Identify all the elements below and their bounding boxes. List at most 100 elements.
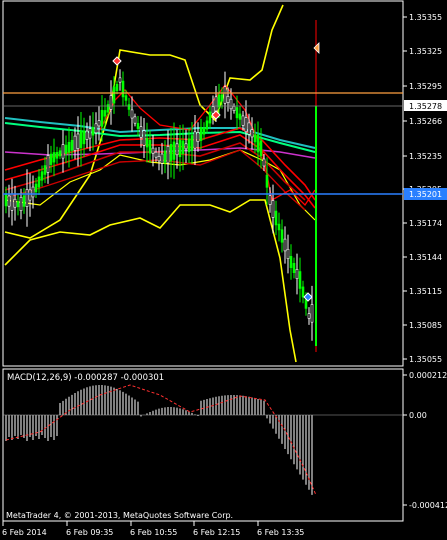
blue-level-marker: 1.35201 (404, 188, 447, 200)
candle-body (211, 106, 215, 114)
candle-body (31, 186, 35, 198)
candle-body (28, 189, 32, 201)
candle-body (130, 109, 134, 119)
candle-body (172, 141, 176, 160)
candle-body (232, 106, 236, 111)
candle-body (289, 256, 293, 268)
candle-body (151, 147, 155, 154)
candle-body (277, 223, 281, 231)
candle-body (262, 158, 266, 167)
candle-body (76, 133, 80, 149)
candle-body (307, 313, 311, 319)
candle-body (223, 86, 227, 104)
current-price-marker: 1.35278 (404, 100, 447, 111)
copyright-text: MetaTrader 4, © 2001-2013, MetaQuotes So… (6, 511, 233, 520)
candle-body (127, 104, 131, 110)
candle-body (244, 117, 248, 133)
candle-body (166, 146, 170, 164)
candle-body (154, 151, 158, 158)
candle-body (259, 140, 263, 157)
candle-body (73, 135, 77, 151)
macd-panel[interactable] (2, 368, 404, 522)
candle-body (205, 120, 209, 130)
candle-body (268, 195, 272, 205)
candle-body (49, 153, 53, 165)
current-price-label: 1.35278 (409, 102, 442, 111)
candle-body (4, 193, 8, 207)
candle-body (115, 84, 119, 91)
candle-body (181, 140, 185, 155)
candle-body (178, 139, 182, 158)
candle-body (124, 95, 128, 101)
macd-tick-label: 0.000212 (409, 371, 447, 380)
candle-body (40, 171, 44, 181)
price-tick-label: 1.35174 (409, 219, 442, 228)
price-tick-label: 1.35144 (409, 253, 442, 262)
price-tick-label: 1.35085 (409, 321, 442, 330)
candle-body (208, 111, 212, 124)
candle-body (292, 263, 296, 273)
time-tick-label: 6 Feb 10:55 (130, 528, 177, 537)
candle-body (67, 141, 71, 153)
price-tick-label: 1.35325 (409, 47, 442, 56)
candle-body (217, 94, 221, 108)
candle-body (229, 98, 233, 110)
candle-body (133, 116, 137, 124)
time-tick-label: 6 Feb 2014 (2, 528, 47, 537)
candle-body (301, 286, 305, 298)
candle-body (46, 155, 50, 173)
candle-body (91, 127, 95, 136)
candle-body (157, 156, 161, 162)
price-tick-label: 1.35235 (409, 152, 442, 161)
candle-body (274, 210, 278, 226)
candle-body (22, 195, 26, 207)
candle-body (34, 183, 38, 193)
candle-body (52, 152, 56, 163)
candle-body (298, 271, 302, 289)
candle-body (43, 165, 47, 175)
candle-body (121, 80, 125, 98)
candle-body (103, 110, 107, 117)
candle-body (58, 150, 62, 157)
candle-body (19, 196, 23, 212)
candle-body (148, 139, 152, 154)
candle-body (37, 176, 41, 188)
price-tick-label: 1.35266 (409, 117, 442, 126)
macd-tick-label: -0.000412 (409, 501, 447, 510)
candle-body (238, 113, 242, 120)
candle-body (196, 132, 200, 142)
candle-body (16, 201, 20, 208)
candle-body (286, 248, 290, 260)
candle-body (109, 95, 113, 110)
candle-body (247, 122, 251, 135)
candle-body (88, 128, 92, 139)
candle-body (169, 144, 173, 162)
chart-window[interactable]: 1.35355 1.35325 1.35295 1.35266 1.35235 … (0, 0, 447, 540)
price-tick-label: 1.35055 (409, 355, 442, 364)
candle-body (175, 143, 179, 156)
macd-tick-label: 0.00 (409, 411, 427, 420)
candle-body (10, 193, 14, 211)
candle-body (220, 94, 224, 102)
candle-body (256, 134, 260, 153)
candle-body (202, 127, 206, 135)
candle-body (136, 123, 140, 129)
candle-body (70, 139, 74, 151)
candle-body (226, 96, 230, 103)
candle-body (199, 127, 203, 141)
blue-level-label: 1.35201 (409, 190, 442, 199)
price-panel[interactable] (2, 0, 404, 367)
candle-body (145, 138, 149, 148)
time-tick-label: 6 Feb 13:35 (257, 528, 304, 537)
candle-body (160, 153, 164, 164)
candle-body (82, 130, 86, 145)
price-tick-label: 1.35295 (409, 82, 442, 91)
time-tick-label: 6 Feb 09:35 (66, 528, 113, 537)
candle-body (55, 152, 59, 159)
candle-body (280, 229, 284, 243)
candle-body (139, 126, 143, 138)
time-tick-label: 6 Feb 12:15 (193, 528, 240, 537)
candle-body (241, 115, 245, 126)
candle-body (85, 130, 89, 140)
candle-body (310, 304, 314, 323)
